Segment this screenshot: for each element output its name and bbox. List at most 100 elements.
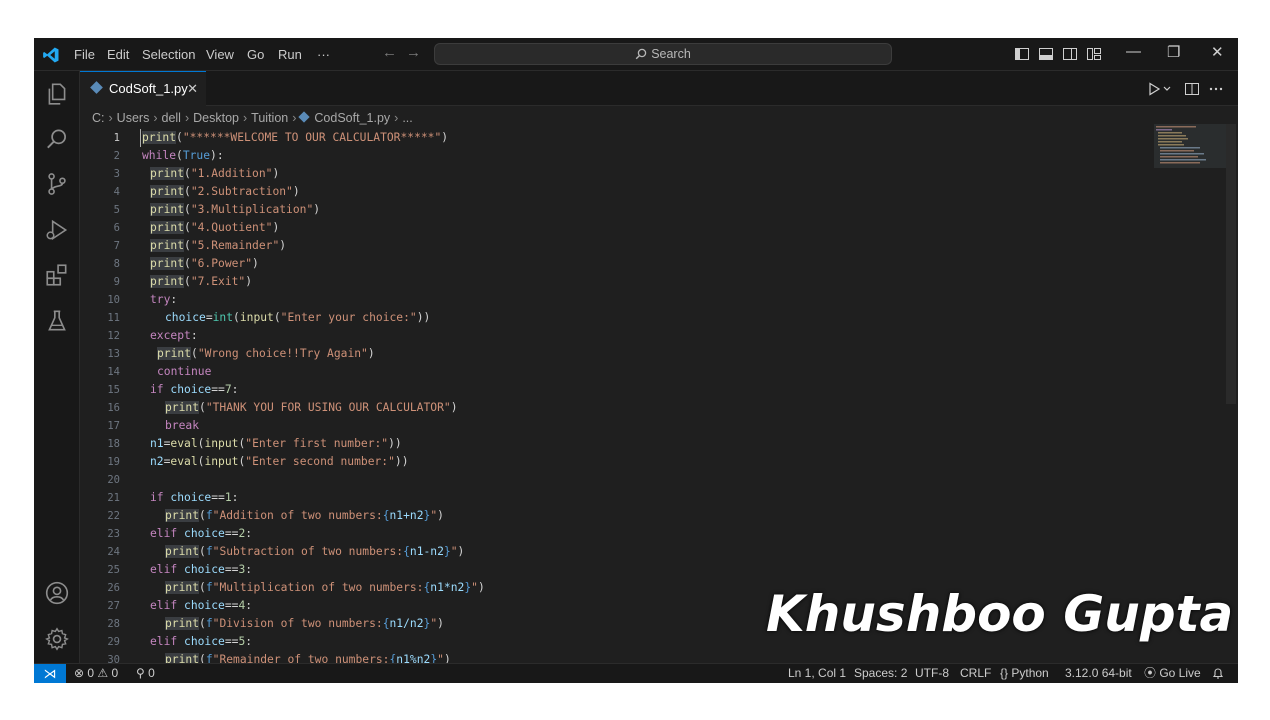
code-line: 6 print("4.Quotient") (80, 219, 1180, 237)
code-line: 25 elif choice==3: (80, 561, 1180, 579)
breadcrumb-separator: › (292, 111, 297, 125)
menu-go[interactable]: Go (247, 47, 264, 62)
language-mode[interactable]: {} Python (1000, 664, 1049, 683)
toggle-panel-icon[interactable] (1038, 46, 1054, 62)
extensions-icon[interactable] (44, 262, 70, 288)
menu-run[interactable]: Run (278, 47, 302, 62)
tab-filename: CodSoft_1.py (109, 81, 188, 96)
vertical-scrollbar[interactable] (1226, 124, 1236, 404)
line-number: 4 (113, 186, 120, 198)
watermark-text: Khushboo Gupta (766, 585, 1234, 643)
code-text: elif choice==4: (150, 599, 253, 612)
code-editor[interactable]: 1 print("******WELCOME TO OUR CALCULATOR*… (80, 129, 1190, 666)
code-text: print(f"Division of two numbers:{n1/n2}"… (165, 617, 444, 630)
breadcrumb-desktop[interactable]: Desktop (193, 111, 239, 125)
code-text: print("THANK YOU FOR USING OUR CALCULATO… (165, 401, 458, 414)
editor-tabs: CodSoft_1.py ✕ (80, 71, 1238, 106)
menu-view[interactable]: View (206, 47, 234, 62)
go-live-button[interactable]: ⦿ Go Live (1144, 664, 1201, 683)
eol-setting[interactable]: CRLF (960, 664, 991, 683)
breadcrumb-dell[interactable]: dell (162, 111, 181, 125)
breadcrumb-users[interactable]: Users (117, 111, 150, 125)
search-view-icon[interactable] (44, 126, 70, 152)
menu-edit[interactable]: Edit (107, 47, 129, 62)
line-number: 18 (107, 438, 120, 450)
notifications-bell-icon[interactable] (1212, 667, 1224, 680)
code-text: elif choice==2: (150, 527, 253, 540)
line-number: 8 (113, 258, 120, 270)
encoding-setting[interactable]: UTF-8 (915, 664, 949, 683)
remote-indicator-button[interactable]: ⋊ (34, 664, 66, 683)
split-editor-icon[interactable] (1184, 81, 1200, 97)
breadcrumb-separator: › (153, 111, 158, 125)
code-line: 11 choice=int(input("Enter your choice:")… (80, 309, 1180, 327)
code-line: 15 if choice==7: (80, 381, 1180, 399)
more-actions-icon[interactable] (1208, 81, 1224, 97)
menu-more[interactable]: ··· (317, 47, 330, 62)
code-text: n2=eval(input("Enter second number:")) (150, 455, 409, 468)
vscode-logo-icon[interactable] (42, 46, 60, 64)
ports-indicator[interactable]: ⚲ 0 (136, 664, 155, 683)
line-number: 6 (113, 222, 120, 234)
back-arrow-icon[interactable]: ← (382, 44, 397, 61)
code-line: 9 print("7.Exit") (80, 273, 1180, 291)
run-python-file-icon[interactable] (1146, 81, 1162, 97)
run-debug-icon[interactable] (44, 217, 70, 243)
breadcrumb-separator: › (243, 111, 248, 125)
problems-indicator[interactable]: ⊗ 0 ⚠ 0 (74, 664, 118, 683)
accounts-icon[interactable] (44, 580, 70, 606)
explorer-icon[interactable] (44, 81, 70, 107)
forward-arrow-icon[interactable]: → (406, 44, 421, 61)
python-file-icon (90, 81, 103, 94)
code-text: while(True): (142, 149, 224, 162)
code-line: 22 print(f"Addition of two numbers:{n1+n2… (80, 507, 1180, 525)
line-number: 23 (107, 528, 120, 540)
cursor-position[interactable]: Ln 1, Col 1 (788, 664, 846, 683)
code-text: choice=int(input("Enter your choice:")) (165, 311, 431, 324)
python-interpreter[interactable]: 3.12.0 64-bit (1065, 664, 1132, 683)
minimize-button[interactable]: — (1126, 43, 1141, 60)
line-number: 10 (107, 294, 120, 306)
line-number: 20 (107, 474, 120, 486)
tab-codsoft-py[interactable]: CodSoft_1.py ✕ (80, 71, 206, 106)
run-options-chevron-icon[interactable] (1162, 81, 1172, 97)
testing-flask-icon[interactable] (44, 308, 70, 334)
line-number: 22 (107, 510, 120, 522)
source-control-icon[interactable] (44, 171, 70, 197)
breadcrumb-tuition[interactable]: Tuition (251, 111, 288, 125)
code-line: 14 continue (80, 363, 1180, 381)
line-number: 16 (107, 402, 120, 414)
line-number: 9 (113, 276, 120, 288)
code-line: 20 (80, 471, 1180, 489)
code-text: print("******WELCOME TO OUR CALCULATOR**… (142, 131, 449, 144)
breadcrumb-file[interactable]: CodSoft_1.py (314, 111, 390, 125)
code-text: print("7.Exit") (150, 275, 253, 288)
tab-close-button[interactable]: ✕ (187, 72, 198, 105)
breadcrumb-separator: › (394, 111, 399, 125)
line-number: 12 (107, 330, 120, 342)
python-file-icon (298, 111, 311, 123)
code-line: 12 except: (80, 327, 1180, 345)
restore-button[interactable]: ❐ (1167, 43, 1180, 61)
toggle-secondary-sidebar-icon[interactable] (1062, 46, 1078, 62)
customize-layout-icon[interactable] (1086, 46, 1102, 62)
command-center-search[interactable]: Search (434, 43, 892, 65)
minimap[interactable] (1154, 124, 1226, 168)
close-window-button[interactable]: ✕ (1211, 43, 1224, 61)
menu-selection[interactable]: Selection (142, 47, 195, 62)
line-number: 1 (113, 132, 120, 144)
status-bar: ⋊ ⊗ 0 ⚠ 0 ⚲ 0 Ln 1, Col 1 Spaces: 2 UTF-… (34, 663, 1238, 683)
menu-file[interactable]: File (74, 47, 95, 62)
breadcrumb-drive[interactable]: C: (92, 111, 105, 125)
activity-bar (34, 71, 80, 663)
code-line: 10 try: (80, 291, 1180, 309)
breadcrumb-symbols[interactable]: ... (402, 111, 412, 125)
braces-icon: {} (1000, 666, 1012, 680)
toggle-primary-sidebar-icon[interactable] (1014, 46, 1030, 62)
code-text: print(f"Subtraction of two numbers:{n1-n… (165, 545, 465, 558)
indentation-setting[interactable]: Spaces: 2 (854, 664, 907, 683)
line-number: 25 (107, 564, 120, 576)
code-text: print("3.Multiplication") (150, 203, 321, 216)
settings-gear-icon[interactable] (44, 626, 70, 652)
text-cursor (140, 129, 141, 147)
